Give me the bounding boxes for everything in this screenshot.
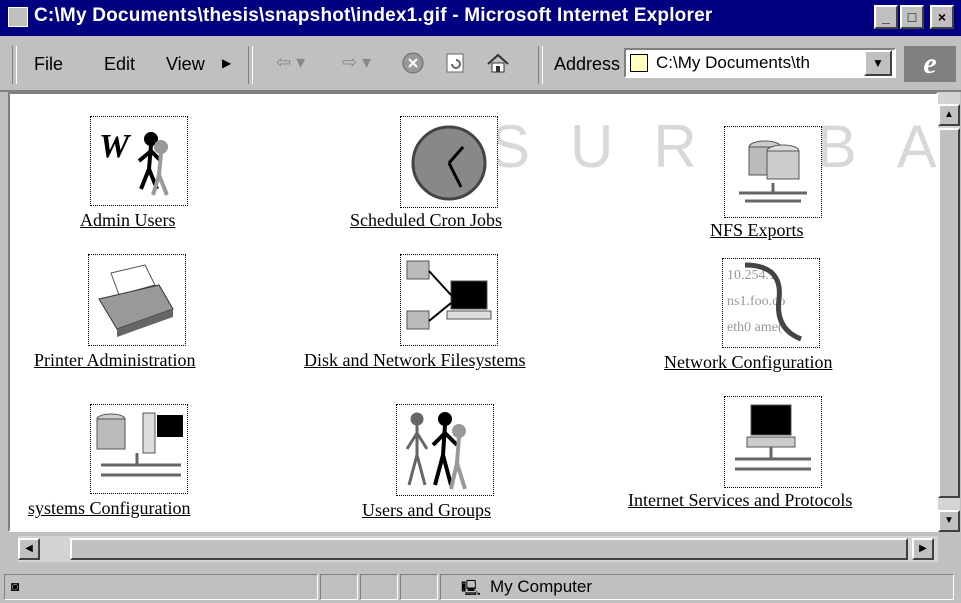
toolbar-separator-2 (538, 46, 543, 84)
status-panel-4 (400, 574, 438, 600)
nfs-exports-icon[interactable] (724, 126, 822, 218)
page-status-icon: ◙ (11, 578, 20, 594)
scheduled-cron-jobs-link[interactable]: Scheduled Cron Jobs (350, 210, 502, 231)
status-main-panel: ◙ (4, 574, 318, 600)
toolbar: File Edit View ▶ ⇦ ▾ ⇨ ▾ Address C:\My D… (0, 36, 961, 92)
page-content: SURABAYA W Admin Users Scheduled Cron Jo… (8, 92, 938, 532)
disk-network-filesystems-link[interactable]: Disk and Network Filesystems (304, 350, 525, 371)
status-panel-2 (320, 574, 358, 600)
admin-users-icon[interactable]: W (90, 116, 188, 206)
scroll-right-button[interactable]: ▶ (912, 538, 934, 560)
menu-view[interactable]: View (166, 54, 205, 75)
vertical-scroll-thumb[interactable] (938, 128, 960, 498)
scroll-down-button[interactable]: ▼ (938, 510, 960, 532)
window-title: C:\My Documents\thesis\snapshot\index1.g… (34, 5, 713, 26)
internet-services-protocols-link[interactable]: Internet Services and Protocols (628, 490, 852, 511)
maximize-button[interactable]: □ (900, 5, 924, 29)
systems-config-icon[interactable] (90, 404, 188, 494)
menu-file[interactable]: File (34, 54, 63, 75)
horizontal-scrollbar[interactable]: ◀ ▶ (18, 536, 938, 562)
address-field[interactable]: C:\My Documents\th (624, 48, 896, 78)
view-submenu-arrow-icon: ▶ (222, 56, 232, 70)
horizontal-scroll-thumb[interactable] (70, 538, 908, 560)
printer-icon[interactable] (88, 254, 186, 346)
users-groups-icon[interactable] (396, 404, 494, 496)
nfs-exports-link[interactable]: NFS Exports (710, 220, 804, 241)
scroll-left-button[interactable]: ◀ (18, 538, 40, 560)
zone-label: My Computer (490, 577, 593, 596)
toolbar-grip (12, 46, 17, 84)
stop-icon[interactable] (402, 52, 424, 79)
svg-text:W: W (99, 128, 132, 165)
vertical-scrollbar[interactable]: ▲ ▼ (938, 92, 960, 532)
disk-network-icon[interactable] (400, 254, 498, 346)
internet-services-icon[interactable] (724, 396, 822, 488)
address-dropdown-button[interactable]: ▼ (864, 50, 892, 76)
title-bar: C:\My Documents\thesis\snapshot\index1.g… (0, 0, 961, 36)
address-label: Address (554, 54, 621, 74)
network-configuration-link[interactable]: Network Configuration (664, 352, 832, 373)
page-icon (630, 54, 648, 72)
status-bar: ◙ 🖳 My Computer (0, 570, 961, 603)
users-and-groups-link[interactable]: Users and Groups (362, 500, 491, 521)
home-icon[interactable] (486, 52, 510, 79)
ie-window-icon[interactable] (8, 7, 28, 27)
admin-users-link[interactable]: Admin Users (80, 210, 176, 231)
watermark-text: SURABAYA (490, 113, 936, 180)
menu-edit[interactable]: Edit (104, 54, 135, 75)
ie-logo-icon: e (904, 46, 956, 82)
address-value: C:\My Documents\th (656, 53, 810, 72)
printer-administration-link[interactable]: Printer Administration (34, 350, 196, 371)
systems-configuration-link[interactable]: systems Configuration (28, 498, 191, 519)
refresh-icon[interactable] (444, 52, 466, 79)
scroll-up-button[interactable]: ▲ (938, 104, 960, 126)
close-button[interactable]: × (930, 5, 954, 29)
network-icon-line-3: eth0 ame( (727, 320, 783, 335)
toolbar-separator (248, 46, 253, 84)
minimize-button[interactable]: _ (874, 5, 898, 29)
clock-icon[interactable] (400, 116, 498, 208)
forward-icon[interactable]: ⇨ ▾ (342, 52, 371, 73)
status-panel-3 (360, 574, 398, 600)
computer-icon: 🖳 (461, 580, 482, 597)
network-config-icon[interactable]: 10.254.1. ns1.foo.co eth0 ame( (722, 258, 820, 348)
back-icon[interactable]: ⇦ ▾ (276, 52, 305, 73)
